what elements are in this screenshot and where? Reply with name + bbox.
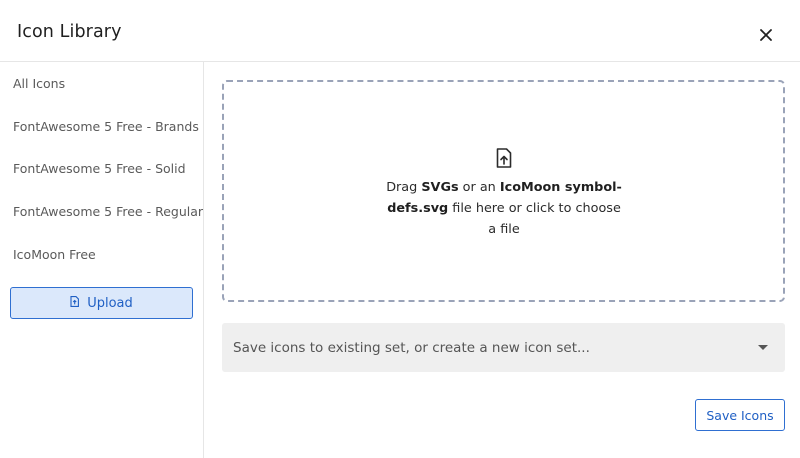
file-upload-icon — [496, 148, 512, 168]
icon-set-sidebar: All Icons FontAwesome 5 Free - Brands Fo… — [0, 62, 204, 458]
dropzone-text-svgs: SVGs — [421, 180, 459, 195]
dropzone-instructions: Drag SVGs or an IcoMoon symbol-defs.svg … — [384, 177, 624, 240]
sidebar-item-icomoon-free[interactable]: IcoMoon Free — [13, 247, 96, 262]
save-icons-button[interactable]: Save Icons — [695, 399, 785, 431]
icon-library-dialog: Icon Library All Icons FontAwesome 5 Fre… — [0, 0, 800, 458]
sidebar-item-all-icons[interactable]: All Icons — [13, 76, 65, 91]
upload-button[interactable]: Upload — [10, 287, 193, 319]
close-icon — [760, 26, 772, 45]
dropzone-text-suffix: file here or click to choose a file — [448, 201, 621, 237]
dialog-title: Icon Library — [17, 22, 122, 42]
sidebar-item-fontawesome-brands[interactable]: FontAwesome 5 Free - Brands — [13, 119, 199, 134]
dialog-header: Icon Library — [0, 0, 800, 62]
icon-set-select-placeholder: Save icons to existing set, or create a … — [233, 340, 590, 356]
file-upload-icon — [70, 295, 80, 311]
upload-button-label: Upload — [87, 295, 133, 311]
sidebar-item-fontawesome-solid[interactable]: FontAwesome 5 Free - Solid — [13, 161, 186, 176]
icon-set-select[interactable]: Save icons to existing set, or create a … — [222, 323, 785, 372]
caret-down-icon — [758, 345, 768, 350]
file-dropzone[interactable]: Drag SVGs or an IcoMoon symbol-defs.svg … — [222, 80, 785, 302]
sidebar-item-fontawesome-regular[interactable]: FontAwesome 5 Free - Regular — [13, 204, 203, 219]
dropzone-text-prefix: Drag — [386, 180, 422, 195]
dropzone-text-mid: or an — [458, 180, 500, 195]
close-button[interactable] — [756, 25, 776, 45]
